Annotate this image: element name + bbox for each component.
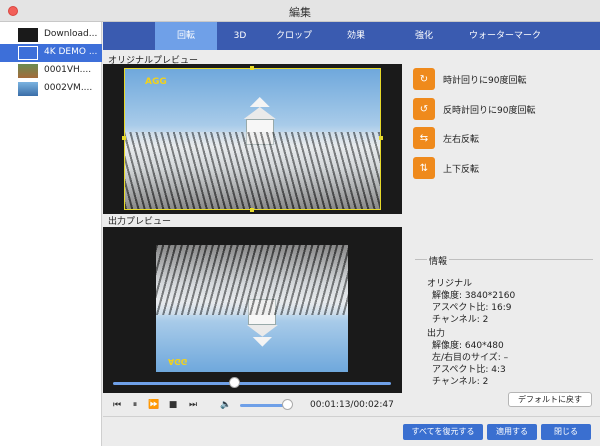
- tab-watermark[interactable]: ウォーターマーク: [455, 22, 555, 50]
- rotate-counterclockwise-button[interactable]: ↺ 反時計回りに90度回転: [413, 98, 593, 120]
- file-list: Download... 4K DEMO ... 0001VH.... 0002V…: [0, 22, 102, 446]
- file-item[interactable]: 0002VM....: [0, 80, 102, 98]
- info-title: 情報: [427, 254, 450, 267]
- restore-all-button[interactable]: すべてを復元する: [403, 424, 483, 440]
- watermark-logo-flipped: AGG: [168, 357, 188, 366]
- tab-enhance[interactable]: 強化: [393, 22, 455, 50]
- file-item[interactable]: 0001VH....: [0, 62, 102, 80]
- output-channels: チャンネル: 2: [432, 377, 489, 387]
- watermark-logo: AGG: [145, 77, 167, 87]
- playback-time: 00:01:13/00:02:47: [310, 400, 394, 410]
- playback-progress-bar[interactable]: [113, 382, 391, 385]
- file-name: 4K DEMO ...: [44, 47, 98, 57]
- volume-icon[interactable]: 🔈: [219, 398, 233, 412]
- video-thumbnail: [18, 64, 38, 78]
- original-preview-image[interactable]: AGG: [124, 68, 381, 210]
- output-preview-label: 出力プレビュー: [108, 217, 172, 227]
- file-name: 0002VM....: [44, 83, 93, 93]
- file-item[interactable]: Download...: [0, 26, 102, 44]
- action-label: 反時計回りに90度回転: [443, 106, 536, 116]
- skip-back-icon[interactable]: ⏮: [110, 398, 124, 412]
- castle-scene: AGG: [125, 69, 380, 209]
- action-label: 上下反転: [443, 165, 480, 175]
- crop-handle[interactable]: [122, 136, 126, 140]
- stop-icon[interactable]: ■: [166, 398, 180, 412]
- rotate-clockwise-button[interactable]: ↻ 時計回りに90度回転: [413, 68, 593, 90]
- file-name: Download...: [44, 29, 98, 39]
- pause-icon[interactable]: ⏸: [128, 398, 142, 412]
- video-thumbnail: [18, 82, 38, 96]
- flip-vertical-icon: ⇅: [413, 157, 435, 179]
- video-thumbnail: [18, 46, 38, 60]
- window-title: 編集: [289, 6, 311, 19]
- fast-forward-icon[interactable]: ⏩: [147, 398, 161, 412]
- rotate-ccw-icon: ↺: [413, 98, 435, 120]
- apply-button[interactable]: 適用する: [487, 424, 537, 440]
- original-channels: チャンネル: 2: [432, 315, 489, 325]
- reset-default-button[interactable]: デフォルトに戻す: [508, 392, 592, 407]
- skip-forward-icon[interactable]: ⏭: [186, 398, 200, 412]
- action-label: 左右反転: [443, 135, 480, 145]
- crop-handle[interactable]: [250, 66, 254, 70]
- crop-handle[interactable]: [379, 136, 383, 140]
- flip-horizontal-button[interactable]: ⇆ 左右反転: [413, 127, 593, 149]
- volume-slider[interactable]: [240, 404, 288, 407]
- tab-3d[interactable]: 3D: [217, 22, 263, 50]
- crop-handle[interactable]: [250, 208, 254, 212]
- close-button[interactable]: 閉じる: [541, 424, 591, 440]
- snowy-trees: [156, 245, 348, 315]
- title-bar: 編集: [0, 0, 600, 22]
- file-item-selected[interactable]: 4K DEMO ...: [0, 44, 102, 62]
- tab-rotate[interactable]: 回転: [155, 22, 217, 50]
- tab-crop[interactable]: クロップ: [263, 22, 325, 50]
- tab-effects[interactable]: 効果: [325, 22, 387, 50]
- flip-horizontal-icon: ⇆: [413, 127, 435, 149]
- volume-knob[interactable]: [282, 399, 293, 410]
- castle-scene-flipped: [156, 245, 348, 372]
- action-label: 時計回りに90度回転: [443, 76, 527, 86]
- playback-progress-knob[interactable]: [229, 377, 240, 388]
- video-thumbnail: [18, 28, 38, 42]
- snowy-trees: [125, 132, 380, 209]
- tab-bar: 回転 3D クロップ 効果 強化 ウォーターマーク: [103, 22, 600, 50]
- rotate-cw-icon: ↻: [413, 68, 435, 90]
- output-preview-image: AGG: [156, 245, 348, 372]
- file-name: 0001VH....: [44, 65, 92, 75]
- flip-vertical-button[interactable]: ⇅ 上下反転: [413, 157, 593, 179]
